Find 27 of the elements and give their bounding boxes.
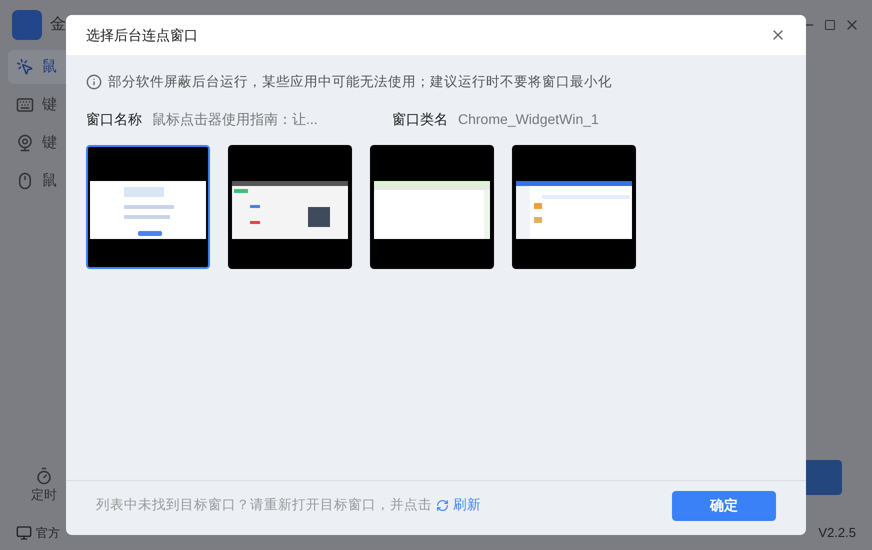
info-icon [86,74,102,90]
website-link[interactable]: 官方 [36,524,60,542]
keyboard-icon [16,96,34,114]
dialog-title: 选择后台连点窗口 [86,26,198,44]
mouse-icon [16,172,34,190]
class-name: Chrome_WidgetWin_1 [458,110,599,130]
confirm-button[interactable]: 确定 [672,490,776,520]
timer-icon [35,466,53,484]
hint-text: 列表中未找到目标窗口？请重新打开目标窗口，并点击 [96,496,432,514]
refresh-icon [436,499,449,512]
timer-label[interactable]: 定时 [31,484,57,504]
sidebar-item[interactable]: 鼠 [8,50,66,84]
maximize-icon[interactable] [824,19,836,31]
refresh-link[interactable]: 刷新 [436,495,481,516]
window-name: 鼠标点击器使用指南：让... [152,110,318,130]
cursor-icon [16,58,34,76]
app-title: 金 [50,15,66,35]
version-text: V2.2.5 [818,524,856,542]
field-label: 窗口类名 [392,110,448,130]
webcam-icon [16,134,34,152]
sidebar-item[interactable]: 鼠 [8,164,66,198]
field-label: 窗口名称 [86,110,142,130]
notice-text: 部分软件屏蔽后台运行，某些应用中可能无法使用；建议运行时不要将窗口最小化 [108,73,612,91]
sidebar-item[interactable]: 键 [8,126,66,160]
app-logo [12,10,42,40]
sidebar-item[interactable]: 键 [8,88,66,122]
monitor-icon [16,525,32,541]
